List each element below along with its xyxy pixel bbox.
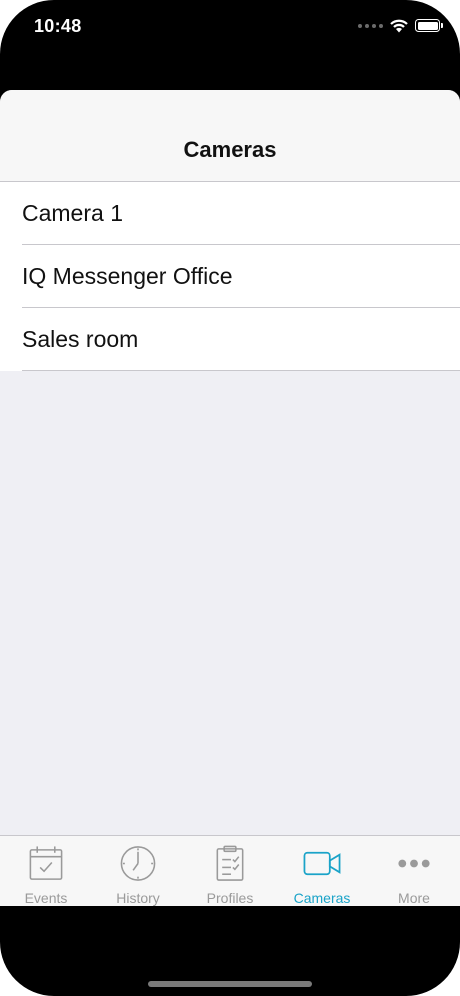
status-time: 10:48 bbox=[34, 16, 82, 36]
tab-label: Events bbox=[24, 890, 68, 906]
wifi-icon bbox=[390, 19, 408, 33]
status-bar: 10:48 bbox=[0, 0, 460, 58]
battery-icon bbox=[415, 19, 443, 32]
clipboard-icon bbox=[216, 845, 244, 881]
tab-profiles[interactable]: Profiles bbox=[184, 836, 276, 906]
tab-cameras[interactable]: Cameras bbox=[276, 836, 368, 906]
tab-history[interactable]: History bbox=[92, 836, 184, 906]
calendar-icon bbox=[29, 846, 63, 880]
page-title: Cameras bbox=[183, 137, 277, 162]
tab-label: Cameras bbox=[293, 890, 351, 906]
camera-list-item[interactable]: Camera 1 bbox=[0, 182, 460, 245]
tab-more[interactable]: More bbox=[368, 836, 460, 906]
tab-label: History bbox=[116, 890, 160, 906]
signal-dots-icon bbox=[358, 23, 383, 28]
tab-bar: Events History Profiles Cameras More bbox=[0, 835, 460, 906]
home-indicator[interactable] bbox=[148, 981, 312, 987]
camera-list-item[interactable]: Sales room bbox=[0, 308, 460, 371]
more-dots-icon bbox=[398, 859, 430, 868]
camera-list: Camera 1 IQ Messenger Office Sales room bbox=[0, 182, 460, 371]
clock-icon bbox=[120, 846, 156, 881]
status-icons bbox=[358, 18, 443, 33]
tab-events[interactable]: Events bbox=[0, 836, 92, 906]
device-frame: 10:48 Cameras Camera 1 IQ Messenger Offi… bbox=[0, 0, 460, 996]
navigation-bar: Cameras bbox=[0, 90, 460, 182]
tab-label: Profiles bbox=[206, 890, 254, 906]
cameras-sheet: Cameras Camera 1 IQ Messenger Office Sal… bbox=[0, 90, 460, 906]
tab-label: More bbox=[398, 890, 430, 906]
camera-list-item[interactable]: IQ Messenger Office bbox=[0, 245, 460, 308]
device-notch bbox=[100, 0, 360, 38]
video-camera-icon bbox=[303, 851, 341, 876]
